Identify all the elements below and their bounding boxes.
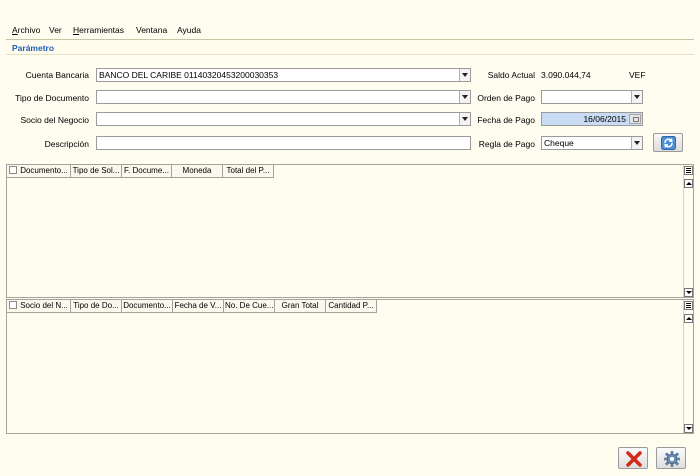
- cancel-x-icon: [626, 451, 642, 467]
- menu-archivo[interactable]: Archivo: [12, 25, 40, 35]
- fecha-pago-label: Fecha de Pago: [477, 115, 535, 125]
- payments-table[interactable]: Socio del N... Tipo de Do... Documento..…: [6, 299, 694, 434]
- cancel-button[interactable]: [618, 447, 648, 469]
- column-header[interactable]: Moneda: [172, 165, 223, 178]
- column-header[interactable]: Tipo de Do...: [71, 300, 122, 313]
- chevron-down-icon[interactable]: [459, 91, 470, 103]
- menu-ver[interactable]: Ver: [49, 25, 62, 35]
- socio-negocio-label: Socio del Negocio: [20, 115, 89, 125]
- chevron-down-icon[interactable]: [459, 69, 470, 81]
- socio-negocio-select[interactable]: [96, 112, 471, 126]
- select-all-checkbox[interactable]: [9, 166, 18, 174]
- column-header[interactable]: Cantidad P...: [326, 300, 377, 313]
- orden-pago-select[interactable]: [541, 90, 643, 104]
- column-header[interactable]: Documento...: [122, 300, 173, 313]
- chevron-down-icon[interactable]: [631, 91, 642, 103]
- chevron-down-icon[interactable]: [631, 137, 642, 149]
- column-header[interactable]: Socio del N...: [7, 300, 71, 313]
- cuenta-bancaria-label: Cuenta Bancaria: [25, 70, 89, 80]
- scroll-up-button[interactable]: [684, 179, 693, 188]
- process-button[interactable]: [656, 447, 686, 469]
- column-header[interactable]: Fecha de V...: [173, 300, 224, 313]
- refresh-button[interactable]: [653, 133, 683, 152]
- saldo-actual-value: 3.090.044,74: [541, 70, 591, 80]
- column-config-icon[interactable]: [684, 166, 693, 175]
- descripcion-input[interactable]: [96, 136, 471, 150]
- select-all-checkbox[interactable]: [9, 301, 18, 309]
- column-header[interactable]: Gran Total: [275, 300, 326, 313]
- cuenta-bancaria-select[interactable]: BANCO DEL CARIBE 01140320453200030353: [96, 68, 471, 82]
- scroll-down-button[interactable]: [684, 424, 693, 433]
- menu-bar: Archivo Ver Herramientas Ventana Ayuda: [0, 0, 700, 39]
- fecha-pago-input[interactable]: 16/06/2015: [541, 112, 643, 126]
- regla-pago-select[interactable]: Cheque: [541, 136, 643, 150]
- descripcion-label: Descripción: [44, 139, 89, 149]
- orden-pago-label: Orden de Pago: [477, 93, 535, 103]
- saldo-actual-label: Saldo Actual: [487, 70, 535, 80]
- refresh-icon: [661, 136, 676, 150]
- chevron-down-icon[interactable]: [459, 113, 470, 125]
- menu-ayuda[interactable]: Ayuda: [177, 25, 201, 35]
- calendar-icon[interactable]: [629, 114, 641, 124]
- column-header[interactable]: F. Docume...: [122, 165, 172, 178]
- menu-herramientas[interactable]: Herramientas: [73, 25, 124, 35]
- scroll-up-button[interactable]: [684, 314, 693, 323]
- scroll-down-button[interactable]: [684, 288, 693, 297]
- invoices-table[interactable]: Documento... Tipo de Sol... F. Docume...…: [6, 164, 694, 298]
- column-header[interactable]: Tipo de Sol...: [71, 165, 122, 178]
- saldo-actual-currency: VEF: [629, 70, 646, 80]
- column-header[interactable]: No. De Cue...: [224, 300, 275, 313]
- regla-pago-label: Regla de Pago: [478, 139, 535, 149]
- tipo-documento-select[interactable]: [96, 90, 471, 104]
- column-header[interactable]: Total del P...: [223, 165, 274, 178]
- vertical-scrollbar[interactable]: [683, 165, 693, 297]
- invoices-table-header: Documento... Tipo de Sol... F. Docume...…: [7, 165, 274, 178]
- process-gear-icon: [664, 451, 680, 467]
- vertical-scrollbar[interactable]: [683, 300, 693, 433]
- parameter-section-header[interactable]: Parámetro: [6, 39, 694, 55]
- column-header[interactable]: Documento...: [7, 165, 71, 178]
- tipo-documento-label: Tipo de Documento: [15, 93, 89, 103]
- parameter-section-title: Parámetro: [12, 43, 55, 53]
- payments-table-header: Socio del N... Tipo de Do... Documento..…: [7, 300, 377, 313]
- column-config-icon[interactable]: [684, 301, 693, 310]
- menu-ventana[interactable]: Ventana: [136, 25, 167, 35]
